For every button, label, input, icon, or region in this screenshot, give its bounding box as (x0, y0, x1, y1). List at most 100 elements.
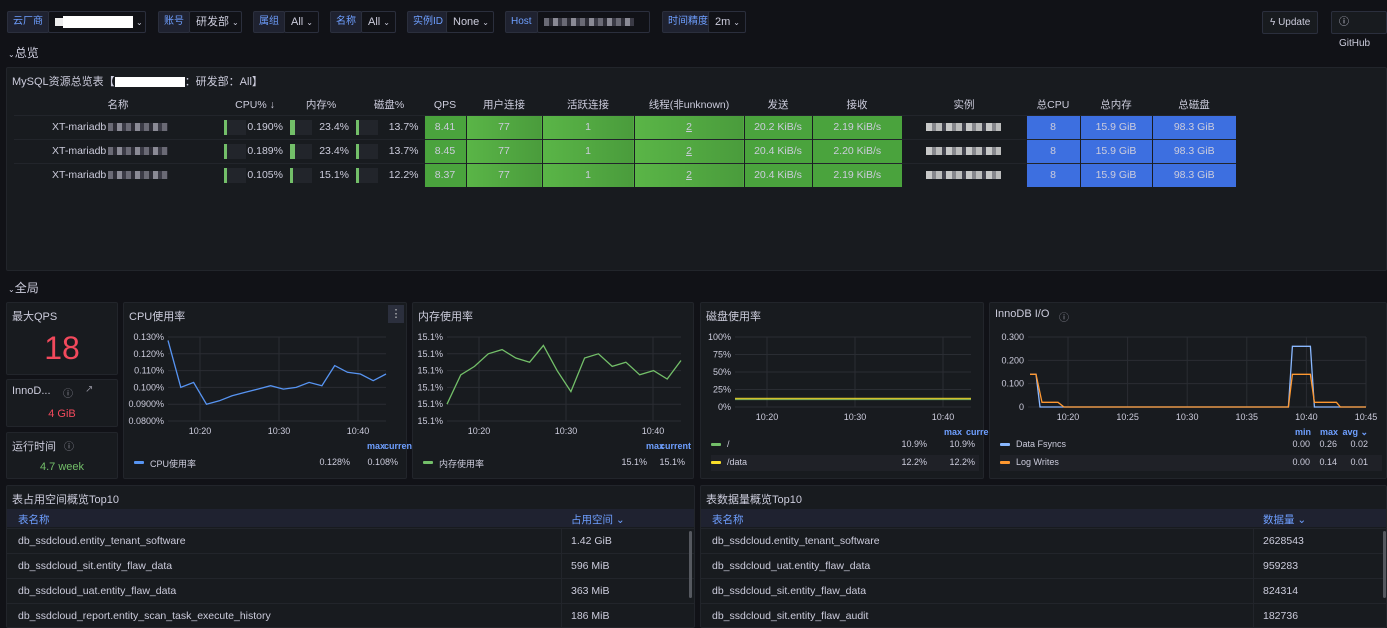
y-tick-label: 25% (713, 385, 731, 395)
table-value-cell: 363 MiB (571, 585, 610, 597)
info-icon[interactable]: ⓘ (63, 385, 73, 400)
mem-gauge-cell: 23.4% (288, 138, 354, 163)
table-row[interactable]: db_ssdcloud.entity_tenant_software 262854… (701, 528, 1386, 553)
y-tick-label: 0.120% (133, 349, 164, 359)
legend-swatch (711, 461, 721, 464)
count-table-title: 表数据量概览Top10 (706, 494, 802, 506)
chevron-down-icon: ⌄ (136, 18, 143, 27)
info-icon[interactable]: ⓘ (1059, 309, 1069, 324)
col-header[interactable]: 用户连接 (466, 95, 542, 115)
time-select[interactable]: 2m ⌄ (708, 11, 746, 33)
y-tick-label: 75% (713, 350, 731, 360)
legend-swatch (134, 461, 144, 464)
legend-row[interactable]: CPU使用率 0.128% 0.108% (134, 455, 402, 471)
table-name-cell: db_ssdcloud.entity_tenant_software (18, 535, 186, 547)
panel-menu-icon[interactable]: ⋮ (388, 305, 404, 323)
col-header[interactable]: 接收 (812, 95, 902, 115)
instance-name: XT-mariadb (14, 162, 222, 187)
table-row[interactable]: db_ssdcloud_report.entity_scan_task_exec… (7, 603, 694, 628)
space-table-header: 表名称 占用空间 ⌄ (7, 509, 694, 527)
github-button[interactable]: ⓘ GitHub (1331, 11, 1387, 49)
col-header[interactable]: 线程(非unknown) (634, 95, 744, 115)
legend-col-header[interactable]: max (367, 441, 385, 451)
legend-row[interactable]: 内存使用率 15.1% 15.1% (423, 455, 689, 471)
row-overview-toggle[interactable]: ⌄总览 (8, 44, 39, 61)
legend-row[interactable]: Data Fsyncs 0.00 0.26 0.02 (1000, 437, 1382, 453)
col-header[interactable]: 名称 (14, 95, 222, 115)
col-table-name[interactable]: 表名称 (712, 512, 744, 527)
account-select[interactable]: 研发部 ⌄ (189, 11, 242, 33)
table-value-cell: 824314 (1263, 585, 1299, 597)
col-space[interactable]: 占用空间 ⌄ (571, 512, 625, 527)
name-select[interactable]: All ⌄ (361, 11, 396, 33)
table-cell: 15.9 GiB (1079, 138, 1152, 163)
host-input[interactable] (537, 11, 650, 33)
group-value: All (291, 16, 304, 28)
legend-col-header[interactable]: min (1295, 427, 1311, 437)
mem-gauge-cell: 15.1% (288, 162, 354, 187)
col-header[interactable]: QPS (424, 95, 466, 115)
table-row[interactable]: db_ssdcloud.entity_tenant_software 1.42 G… (7, 528, 694, 553)
table-cell: 20.4 KiB/s (743, 138, 812, 163)
y-tick-label: 0.100 (1001, 379, 1024, 389)
instance-select[interactable]: None ⌄ (446, 11, 494, 33)
table-name-cell: db_ssdcloud_uat.entity_flaw_data (18, 585, 177, 597)
table-row[interactable]: db_ssdcloud_sit.entity_flaw_audit 182736 (701, 603, 1386, 628)
table-name-cell: db_ssdcloud_report.entity_scan_task_exec… (18, 610, 271, 622)
col-header[interactable]: 发送 (744, 95, 812, 115)
col-count[interactable]: 数据量 ⌄ (1263, 512, 1306, 527)
scrollbar[interactable] (1383, 531, 1386, 598)
disk-gauge-cell: 12.2% (354, 162, 424, 187)
legend-col-header[interactable]: max (944, 427, 962, 437)
y-tick-label: 15.1% (417, 332, 443, 342)
space-table-title: 表占用空间概览Top10 (12, 494, 119, 506)
group-select[interactable]: All ⌄ (284, 11, 319, 33)
external-link-icon[interactable]: ↗ (85, 384, 93, 395)
col-header[interactable]: 活跃连接 (542, 95, 634, 115)
col-header[interactable]: 总内存 (1080, 95, 1152, 115)
legend-col-header[interactable]: current (660, 441, 691, 451)
table-row[interactable]: db_ssdcloud_sit.entity_flaw_data 596 MiB (7, 553, 694, 578)
table-row[interactable]: db_ssdcloud_uat.entity_flaw_data 959283 (701, 553, 1386, 578)
col-header[interactable]: 实例 (902, 95, 1026, 115)
table-row[interactable]: db_ssdcloud_uat.entity_flaw_data 363 MiB (7, 578, 694, 603)
legend-row[interactable]: Log Writes 0.00 0.14 0.01 (1000, 455, 1382, 471)
legend-row[interactable]: /data 12.2% 12.2% (711, 455, 979, 471)
redacted-text (108, 147, 169, 156)
table-name-cell: db_ssdcloud.entity_tenant_software (712, 535, 880, 547)
legend-row[interactable]: / 10.9% 10.9% (711, 437, 979, 453)
account-label: 账号 (158, 11, 190, 33)
chart-panel-3: InnoDB I/O ⓘ 0.300 0.200 0.100 0 10:20 10:25 10:… (989, 302, 1387, 479)
y-tick-label: 15.1% (417, 349, 443, 359)
col-header[interactable]: 内存% (288, 95, 354, 115)
scrollbar[interactable] (689, 531, 692, 598)
uptime-title: 运行时间 (12, 441, 56, 453)
table-cell: 1 (541, 114, 634, 139)
innodb-buffer-panel: InnoD... ⓘ ↗ 4 GiB (6, 379, 118, 427)
vendor-select[interactable]: ⌄ (48, 11, 146, 33)
y-tick-label: 15.1% (417, 366, 443, 376)
legend-series-name: CPU使用率 (150, 459, 197, 469)
legend-col-header[interactable]: current (384, 441, 415, 451)
legend-value: 0.26 (1319, 439, 1337, 449)
row-global-toggle[interactable]: ⌄全局 (8, 279, 39, 296)
table-row: XT-mariadb 0.105% 15.1% 12.2% 8.37 77 1 2 20.4 K… (14, 162, 1236, 187)
col-header[interactable]: 总CPU (1026, 95, 1080, 115)
table-name-cell: db_ssdcloud_sit.entity_flaw_data (18, 560, 173, 572)
col-table-name[interactable]: 表名称 (18, 512, 50, 527)
legend-swatch (711, 443, 721, 446)
col-header[interactable]: 磁盘% (354, 95, 424, 115)
vendor-label: 云厂商 (7, 11, 49, 33)
col-header[interactable]: CPU% ↓ (222, 95, 288, 115)
y-tick-label: 0.100% (133, 382, 164, 392)
col-header[interactable]: 总磁盘 (1152, 95, 1236, 115)
table-row[interactable]: db_ssdcloud_sit.entity_flaw_data 824314 (701, 578, 1386, 603)
info-icon[interactable]: ⓘ (64, 438, 74, 453)
x-tick-label: 10:20 (756, 412, 779, 422)
legend-col-header[interactable]: max (1320, 427, 1338, 437)
x-tick-label: 10:20 (1057, 412, 1080, 422)
legend-value: 12.2% (901, 457, 927, 467)
update-button[interactable]: ϟ Update (1262, 11, 1319, 34)
overview-title: MySQL资源总览表【 ：研发部：All】 (12, 76, 263, 88)
table-value-cell: 186 MiB (571, 610, 610, 622)
